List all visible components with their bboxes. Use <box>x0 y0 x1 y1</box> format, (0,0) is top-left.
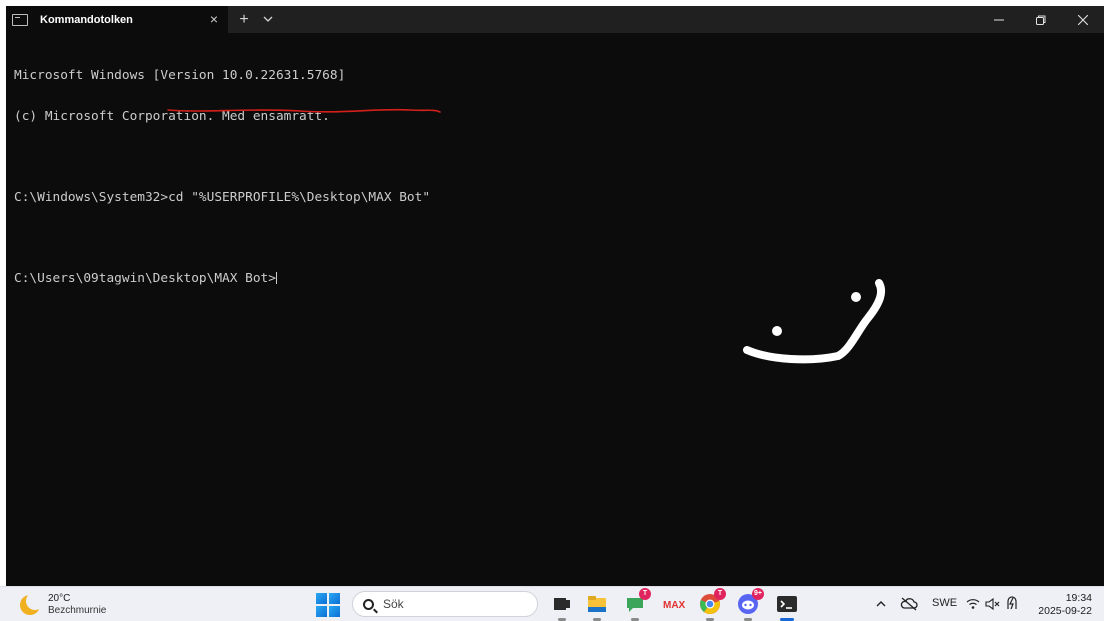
chevron-down-icon <box>263 16 273 22</box>
svg-text:MAX: MAX <box>663 600 685 611</box>
chrome-button[interactable]: T <box>698 588 726 621</box>
file-explorer-icon <box>588 596 606 612</box>
terminal-prompt: C:\Users\09tagwin\Desktop\MAX Bot> <box>14 270 276 286</box>
battery-charging-icon <box>1007 596 1017 610</box>
terminal-line: (c) Microsoft Corporation. Med ensamrätt… <box>14 108 330 124</box>
terminal-button[interactable] <box>775 592 799 621</box>
tab-label: Kommandotolken <box>40 13 133 26</box>
window-controls <box>978 6 1104 33</box>
terminal-prompt: C:\Windows\System32> <box>14 189 169 205</box>
new-tab-button[interactable]: + <box>231 6 257 33</box>
windows-logo-icon <box>316 593 327 604</box>
tab-kommandotolken[interactable]: Kommandotolken × <box>6 6 228 33</box>
start-button[interactable] <box>316 593 340 617</box>
task-view-icon <box>554 598 570 610</box>
close-button[interactable] <box>1062 6 1104 33</box>
text-cursor <box>275 271 277 284</box>
weather-description: Bezchmurnie <box>48 605 107 616</box>
terminal-icon <box>777 596 797 612</box>
file-explorer-button[interactable] <box>585 592 609 621</box>
tray-overflow-button[interactable] <box>870 587 900 621</box>
search-input[interactable]: Sök <box>352 591 538 617</box>
tab-dropdown-button[interactable] <box>257 6 279 33</box>
moon-icon <box>20 592 44 615</box>
terminal-line: Microsoft Windows [Version 10.0.22631.57… <box>14 68 346 83</box>
discord-button[interactable]: 9+ <box>736 588 764 621</box>
notification-badge: T <box>639 588 651 600</box>
notification-badge: T <box>714 588 726 600</box>
wifi-icon <box>966 599 980 609</box>
language-indicator[interactable]: SWE <box>932 597 957 609</box>
task-view-button[interactable] <box>550 592 574 621</box>
weather-widget[interactable]: 20°C Bezchmurnie <box>20 592 107 617</box>
terminal-output[interactable]: Microsoft Windows [Version 10.0.22631.57… <box>14 42 1096 586</box>
teams-chat-button[interactable]: T <box>623 588 651 621</box>
quick-settings-button[interactable] <box>964 587 1024 621</box>
terminal-current-line[interactable]: C:\Users\09tagwin\Desktop\MAX Bot> <box>14 270 1096 286</box>
max-app-icon: MAX <box>663 600 686 611</box>
volume-muted-icon <box>985 598 1000 610</box>
maximize-button[interactable] <box>1020 6 1062 33</box>
weather-temperature: 20°C <box>48 593 71 604</box>
tab-close-button[interactable]: × <box>210 10 218 28</box>
search-icon <box>363 598 374 610</box>
minimize-icon <box>994 19 1004 20</box>
chevron-up-icon <box>876 601 886 607</box>
max-app-button[interactable]: MAX <box>661 592 686 616</box>
notification-badge: 9+ <box>752 588 764 600</box>
taskbar: 20°C Bezchmurnie Sök T MAX T 9+ SWE 19:3… <box>0 586 1104 621</box>
minimize-button[interactable] <box>978 6 1020 33</box>
terminal-window: Kommandotolken × + Microsoft Windows [Ve… <box>6 6 1104 586</box>
clock[interactable]: 19:34 2025-09-22 <box>1038 592 1092 618</box>
restore-icon <box>1036 15 1046 25</box>
onedrive-status[interactable] <box>898 587 922 621</box>
cloud-off-icon <box>900 597 918 611</box>
console-icon <box>12 13 28 26</box>
terminal-command-line: C:\Windows\System32>cd "%USERPROFILE%\De… <box>14 189 1096 205</box>
close-icon <box>1078 14 1088 25</box>
clock-date: 2025-09-22 <box>1038 605 1092 617</box>
search-placeholder: Sök <box>383 597 404 611</box>
terminal-command: cd "%USERPROFILE%\Desktop\MAX Bot" <box>168 189 431 205</box>
clock-time: 19:34 <box>1065 592 1092 604</box>
title-bar: Kommandotolken × + <box>6 6 1104 33</box>
